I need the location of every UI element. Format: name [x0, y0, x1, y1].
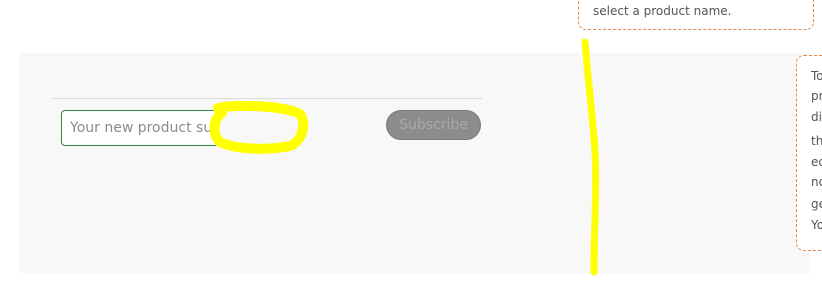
tooltip-right-line: th [811, 134, 822, 148]
tooltip-right: To pr di th ed no ge Yo [796, 55, 822, 251]
tooltip-top: select a product name. [578, 0, 814, 30]
tooltip-top-text: select a product name. [593, 4, 732, 18]
tooltip-right-line: To [811, 69, 822, 83]
subscribe-panel [19, 53, 810, 273]
tooltip-right-line: Yo [811, 218, 822, 232]
divider [51, 98, 482, 99]
tooltip-right-line: di [811, 110, 822, 124]
product-subscribe-input[interactable] [61, 110, 219, 146]
subscribe-button[interactable]: Subscribe [386, 110, 481, 140]
tooltip-right-line: no [811, 175, 822, 189]
tooltip-right-line: pr [811, 89, 822, 103]
tooltip-right-line: ed [811, 155, 822, 169]
tooltip-right-line: ge [811, 197, 822, 211]
